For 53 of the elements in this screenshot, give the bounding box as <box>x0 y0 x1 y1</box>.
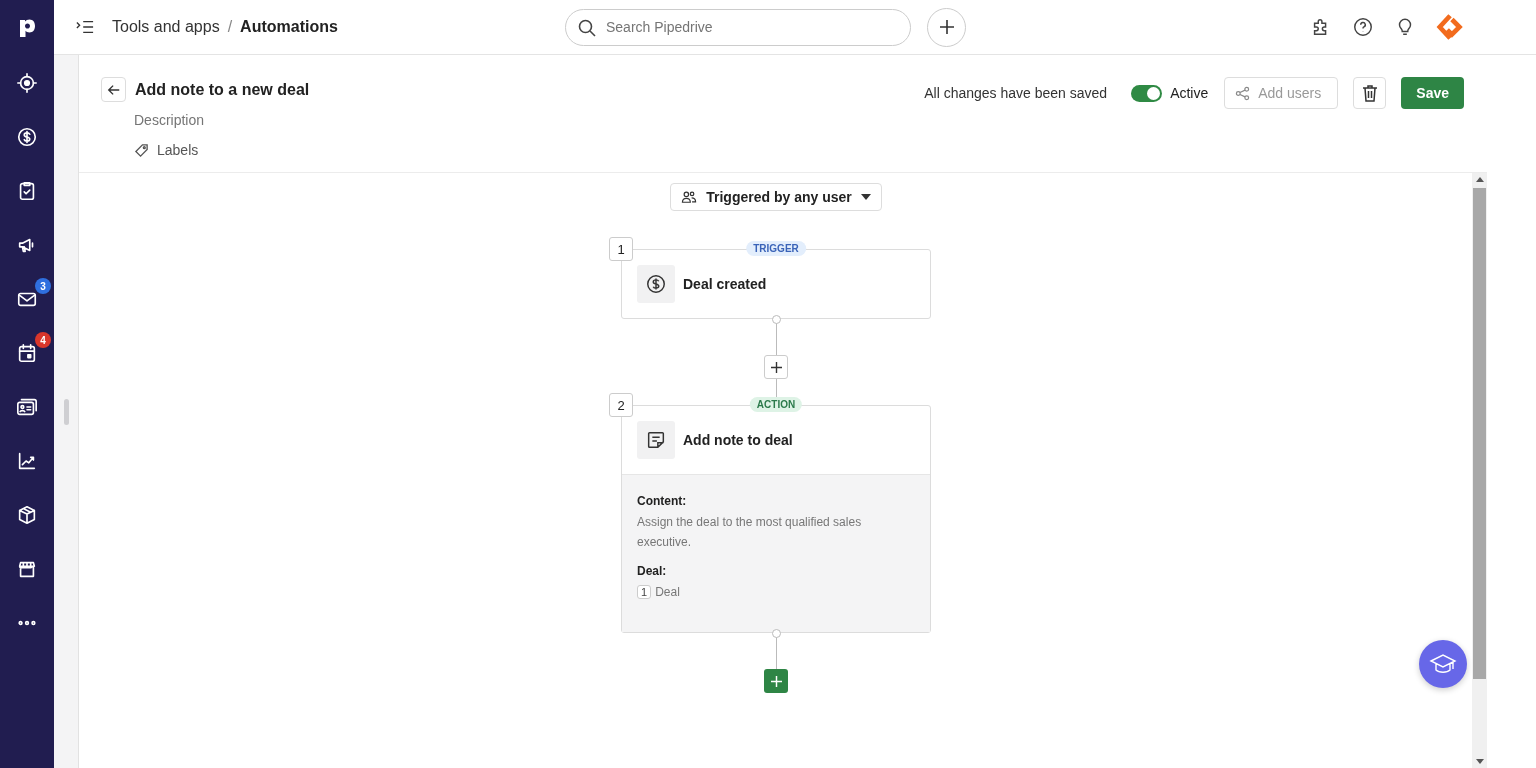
step-type-tag: ACTION <box>749 397 803 412</box>
back-button[interactable] <box>101 77 126 102</box>
graduation-cap-icon <box>1429 652 1457 676</box>
save-status: All changes have been saved <box>924 85 1108 101</box>
automation-title[interactable]: Add note to a new deal <box>135 80 310 99</box>
detail-label: Content: <box>637 494 688 508</box>
notification-badge: 4 <box>35 332 51 348</box>
note-icon <box>645 429 667 451</box>
add-step-button[interactable] <box>764 355 788 379</box>
active-toggle[interactable] <box>1131 85 1163 102</box>
users-icon <box>681 190 698 204</box>
chart-icon[interactable] <box>16 450 38 472</box>
plus-icon <box>770 675 782 687</box>
back-arrow-icon <box>106 82 121 97</box>
breadcrumb-link[interactable]: Tools and apps <box>112 18 220 36</box>
box-icon[interactable] <box>16 504 38 526</box>
calendar-icon[interactable] <box>16 342 38 364</box>
add-button[interactable] <box>927 7 966 47</box>
tag-icon <box>134 142 149 158</box>
share-icon <box>1235 85 1251 101</box>
notification-badge: 3 <box>35 278 51 294</box>
save-button[interactable]: Save <box>1401 77 1464 109</box>
toggle-label: Active <box>1170 85 1209 101</box>
plus-icon <box>770 361 782 373</box>
step-number: 2 <box>609 393 633 417</box>
caret-icon <box>860 194 871 200</box>
scrollbar[interactable] <box>1472 173 1487 768</box>
detail-value: Assign the deal to the most qualified sales executive. <box>637 514 863 551</box>
labels-button[interactable]: Labels <box>134 138 334 162</box>
menu-icon[interactable] <box>76 19 94 35</box>
trigger-filter-dropdown[interactable]: Triggered by any user <box>670 183 882 211</box>
breadcrumb-separator: / <box>227 18 233 36</box>
step-reference-number: 1 <box>637 585 652 599</box>
plus-icon <box>938 19 955 35</box>
target-icon[interactable] <box>16 72 38 94</box>
scroll-up-icon[interactable] <box>1475 177 1484 182</box>
resize-handle[interactable] <box>63 398 69 425</box>
step-number: 1 <box>609 237 633 261</box>
page-title: Automations <box>240 18 338 36</box>
academy-button[interactable] <box>1419 640 1467 688</box>
contact-card-icon[interactable] <box>16 396 38 418</box>
step-type-tag: TRIGGER <box>746 241 806 256</box>
scroll-down-icon[interactable] <box>1475 759 1484 764</box>
help-icon[interactable] <box>1352 16 1374 38</box>
search-icon <box>577 17 597 38</box>
detail-label: Deal: <box>637 564 668 578</box>
dollar-icon[interactable] <box>16 126 38 148</box>
step-title: Deal created <box>683 276 767 292</box>
delete-button[interactable] <box>1353 77 1387 109</box>
step-title: Add note to deal <box>683 432 793 448</box>
dollar-icon <box>645 273 667 295</box>
search-field[interactable]: Search Pipedrive <box>565 8 911 46</box>
detail-value: Deal <box>655 584 680 601</box>
